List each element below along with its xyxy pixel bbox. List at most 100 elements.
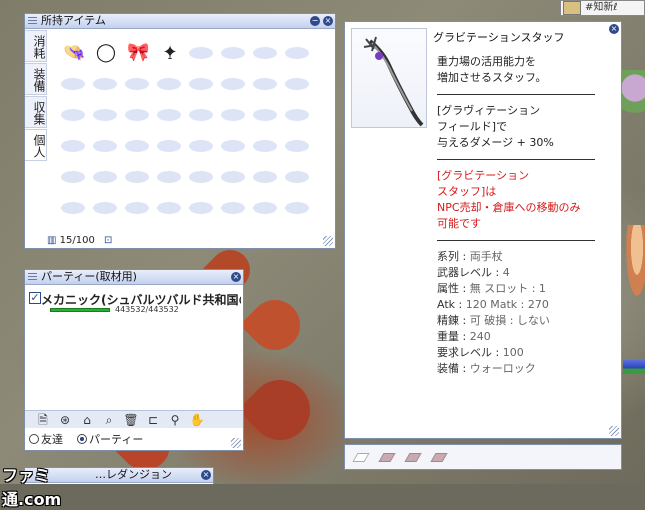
party-titlebar[interactable]: パーティー(取材用) ×	[25, 270, 243, 285]
inventory-slot[interactable]	[57, 100, 89, 131]
member-check-icon[interactable]: ✓	[29, 292, 41, 304]
inventory-slot[interactable]	[121, 162, 153, 193]
stat-value: 可 破損 : しない	[466, 314, 550, 327]
inventory-slot[interactable]: 👒	[57, 38, 89, 69]
card-slot[interactable]	[404, 453, 422, 462]
headgear-icon[interactable]: 👒	[63, 42, 85, 64]
inventory-slot[interactable]	[281, 69, 313, 100]
inventory-slot[interactable]	[185, 100, 217, 131]
radio-party[interactable]: パーティー	[77, 431, 143, 447]
stat-label: 属性 :	[437, 282, 467, 295]
card-slot[interactable]	[352, 453, 370, 462]
resize-handle-icon[interactable]	[323, 236, 333, 246]
inventory-slot[interactable]	[121, 131, 153, 162]
drag-grip-icon[interactable]	[28, 273, 37, 281]
inventory-slot[interactable]	[217, 162, 249, 193]
inventory-slot[interactable]: ✦ 1	[153, 38, 185, 69]
settings-icon[interactable]: ⌂	[79, 413, 95, 427]
inventory-slot[interactable]	[249, 131, 281, 162]
inventory-slot[interactable]	[281, 193, 313, 224]
inventory-slot[interactable]	[281, 162, 313, 193]
party-radio-group: 友達 パーティー	[29, 431, 143, 447]
inventory-slot[interactable]	[185, 131, 217, 162]
inventory-slot[interactable]	[89, 193, 121, 224]
inventory-slot[interactable]	[217, 131, 249, 162]
hand-icon[interactable]: ✋	[189, 413, 205, 427]
party-title: パーティー(取材用)	[41, 270, 137, 283]
inventory-slot[interactable]	[217, 69, 249, 100]
hairband-icon[interactable]: 🎀	[127, 42, 149, 64]
stat-row: 属性 : 無 スロット : 1	[437, 281, 613, 297]
stat-row: 精錬 : 可 破損 : しない	[437, 313, 613, 329]
inventory-slot[interactable]	[249, 162, 281, 193]
inventory-slot[interactable]	[153, 100, 185, 131]
inventory-slot[interactable]	[249, 69, 281, 100]
inventory-slot[interactable]	[89, 100, 121, 131]
resize-handle-icon[interactable]	[609, 426, 619, 436]
inventory-slot[interactable]	[185, 69, 217, 100]
trash-icon[interactable]: 🗑	[123, 413, 139, 427]
inventory-slot[interactable]	[217, 100, 249, 131]
inventory-slot[interactable]	[185, 38, 217, 69]
resize-handle-icon[interactable]	[231, 438, 241, 448]
radio-friends[interactable]: 友達	[29, 431, 63, 447]
lock-icon[interactable]: ⊡	[104, 235, 112, 246]
drag-grip-icon[interactable]	[28, 17, 37, 25]
inventory-slot[interactable]	[281, 100, 313, 131]
close-icon[interactable]: ×	[231, 272, 241, 282]
top-right-panel[interactable]: #知新ℓ	[560, 0, 645, 16]
npc-sprite[interactable]	[620, 70, 645, 130]
inventory-slot[interactable]	[153, 193, 185, 224]
minimize-icon[interactable]: −	[310, 16, 320, 26]
inventory-slot[interactable]	[153, 162, 185, 193]
inventory-slot[interactable]	[89, 69, 121, 100]
inventory-slot[interactable]	[249, 100, 281, 131]
inventory-titlebar[interactable]: 所持アイテム − ×	[25, 14, 335, 29]
inventory-slot[interactable]	[89, 162, 121, 193]
inventory-slot[interactable]	[281, 38, 313, 69]
close-icon[interactable]: ×	[323, 16, 333, 26]
radio-friends-dot[interactable]	[29, 434, 39, 444]
inventory-slot[interactable]: 🎀	[121, 38, 153, 69]
inventory-slot[interactable]	[57, 131, 89, 162]
tab-etc[interactable]: 収集	[25, 96, 47, 128]
tab-consumable[interactable]: 消耗	[25, 30, 47, 62]
inventory-slot[interactable]	[185, 193, 217, 224]
close-icon[interactable]: ×	[609, 24, 619, 34]
inventory-slot[interactable]	[153, 131, 185, 162]
inventory-slot[interactable]	[89, 131, 121, 162]
inventory-slot[interactable]	[153, 69, 185, 100]
inventory-slot[interactable]	[185, 162, 217, 193]
radio-party-dot[interactable]	[77, 434, 87, 444]
inventory-slot[interactable]	[121, 100, 153, 131]
inventory-slot[interactable]	[249, 38, 281, 69]
emblem-icon[interactable]: ⊛	[57, 413, 73, 427]
card-slot[interactable]	[378, 453, 396, 462]
close-icon[interactable]: ×	[201, 470, 211, 480]
inventory-slot[interactable]: ◯	[89, 38, 121, 69]
leave-icon[interactable]: ⊏	[145, 413, 161, 427]
inventory-slot[interactable]	[281, 131, 313, 162]
npc-sprite[interactable]	[622, 225, 645, 315]
search-icon[interactable]: ⌕	[101, 413, 117, 427]
info-icon[interactable]: 🗎	[35, 413, 51, 427]
desc-effect-line: [グラヴィテーション	[437, 104, 541, 117]
dungeon-title: …レダンジョン	[95, 468, 172, 481]
inventory-slot[interactable]	[217, 193, 249, 224]
inventory-slot[interactable]	[57, 193, 89, 224]
inventory-slot[interactable]	[217, 38, 249, 69]
inventory-slot[interactable]	[57, 69, 89, 100]
inventory-slot[interactable]	[57, 162, 89, 193]
tab-equipment[interactable]: 装備	[25, 63, 47, 95]
inventory-slot[interactable]	[249, 193, 281, 224]
card-slot[interactable]	[430, 453, 448, 462]
stat-value: 4	[499, 266, 510, 279]
inventory-slot[interactable]	[121, 69, 153, 100]
add-member-icon[interactable]: ⚲	[167, 413, 183, 427]
tab-personal[interactable]: 個人	[25, 129, 47, 161]
stat-label: 系列 :	[437, 250, 467, 263]
ring-icon[interactable]: ◯	[95, 42, 117, 64]
inventory-slot[interactable]	[121, 193, 153, 224]
desc-notice-line: NPC売却・倉庫への移動のみ	[437, 201, 581, 214]
radio-friends-label: 友達	[41, 433, 63, 446]
